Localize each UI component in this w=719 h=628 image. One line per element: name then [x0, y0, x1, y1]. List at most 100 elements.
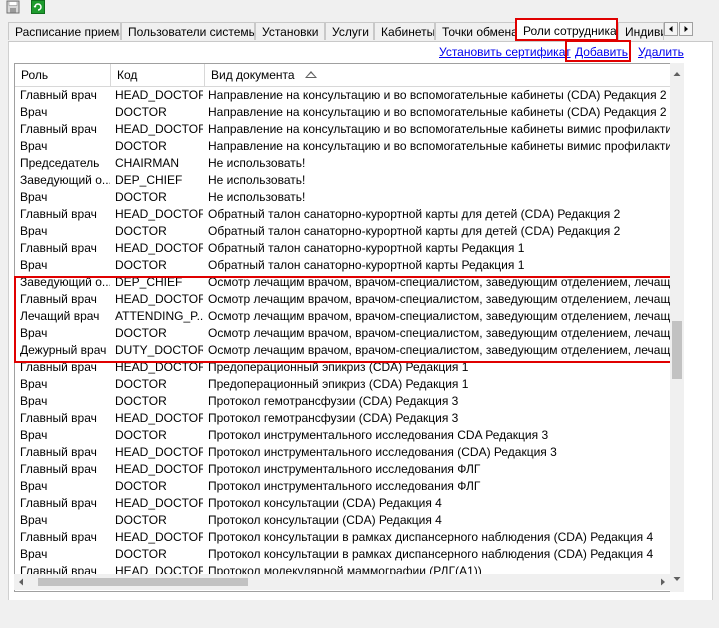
document-type-cell: Протокол консультации в рамках диспансер…: [208, 530, 654, 544]
document-type-cell: Протокол инструментального исследования …: [208, 428, 549, 442]
tab-individual[interactable]: Индивид: [618, 22, 664, 40]
tab-cabinets[interactable]: Кабинеты: [374, 22, 435, 40]
table-row[interactable]: Главный врач HEAD_DOCTOR Протокол инструме…: [15, 444, 670, 461]
document-type-cell: Протокол гемотрансфузии (CDA) Редакция 3: [208, 394, 459, 408]
sort-ascending-icon: [304, 71, 317, 79]
save-icon[interactable]: [6, 0, 20, 14]
table-row[interactable]: Главный врач HEAD_DOCTOR Направление на ко…: [15, 121, 673, 138]
table-row[interactable]: Главный врач HEAD_DOCTOR Протокол консульт…: [15, 529, 670, 546]
role-cell: Главный врач: [20, 496, 97, 510]
role-cell: Главный врач: [20, 360, 97, 374]
tab-employee-roles[interactable]: Роли сотрудника: [515, 18, 618, 41]
delete-link[interactable]: Удалить: [638, 44, 684, 60]
tab-scroll-left-icon[interactable]: [664, 22, 678, 36]
table-row[interactable]: Главный врач HEAD_DOCTOR Протокол инструме…: [15, 461, 670, 478]
tab-settings[interactable]: Установки: [255, 22, 325, 40]
document-type-cell: Обратный талон санаторно-курортной карты…: [208, 224, 621, 238]
code-cell: HEAD_DOCTOR: [115, 207, 203, 221]
role-cell: Врач: [20, 258, 48, 272]
table-row[interactable]: Врач DOCTOR Обратный талон санаторно-курор…: [15, 223, 670, 240]
document-type-cell: Осмотр лечащим врачом, врачом-специалист…: [208, 275, 673, 289]
column-header-document-type[interactable]: Вид документа: [205, 64, 683, 86]
code-cell: HEAD_DOCTOR: [115, 241, 203, 255]
code-cell: HEAD_DOCTOR: [115, 496, 203, 510]
add-highlight: [565, 40, 631, 62]
table-row[interactable]: Врач DOCTOR Протокол инструментального исс…: [15, 427, 670, 444]
table-row[interactable]: Главный врач HEAD_DOCTOR Обратный талон са…: [15, 240, 670, 257]
code-cell: DUTY_DOCTOR: [115, 343, 203, 357]
role-cell: Главный врач: [20, 530, 97, 544]
table-row[interactable]: Врач DOCTOR Протокол консультации в рамках…: [15, 546, 670, 563]
document-type-cell: Обратный талон санаторно-курортной карты…: [208, 207, 621, 221]
column-header-role[interactable]: Роль: [15, 64, 111, 86]
document-type-cell: Направление на консультацию и во вспомог…: [208, 105, 667, 119]
column-header-code[interactable]: Код: [111, 64, 205, 86]
role-cell: Заведующий о...: [20, 275, 110, 289]
scroll-left-icon[interactable]: [14, 575, 28, 589]
scroll-thumb[interactable]: [38, 578, 248, 586]
refresh-icon[interactable]: [31, 0, 45, 14]
code-cell: DOCTOR: [115, 377, 167, 391]
table-row[interactable]: Главный врач HEAD_DOCTOR Протокол гемотран…: [15, 410, 670, 427]
tab-label: Роли сотрудника: [523, 24, 617, 38]
tab-schedule[interactable]: Расписание приема: [8, 22, 121, 40]
table-row[interactable]: Главный врач HEAD_DOCTOR Направление на ко…: [15, 87, 670, 104]
tab-label: Пользователи системы: [128, 25, 255, 39]
document-type-cell: Предоперационный эпикриз (CDA) Редакция …: [208, 377, 469, 391]
table-body: Главный врач HEAD_DOCTOR Направление на ко…: [15, 87, 673, 580]
document-type-cell: Обратный талон санаторно-курортной карты…: [208, 258, 525, 272]
document-type-cell: Осмотр лечащим врачом, врачом-специалист…: [208, 292, 673, 306]
roles-table: Роль Код Вид документа Главный врач HEAD_…: [14, 63, 684, 592]
horizontal-scrollbar[interactable]: [14, 574, 670, 590]
document-type-cell: Протокол инструментального исследования …: [208, 462, 481, 476]
table-row[interactable]: Врач DOCTOR Протокол консультации (CDA) Ре…: [15, 512, 670, 529]
table-row[interactable]: Главный врач HEAD_DOCTOR Предоперационный …: [15, 359, 670, 376]
code-cell: DOCTOR: [115, 258, 167, 272]
tab-exchange-points[interactable]: Точки обмена: [435, 22, 517, 40]
code-cell: DOCTOR: [115, 394, 167, 408]
table-row[interactable]: Врач DOCTOR Не использовать!: [15, 189, 670, 206]
code-cell: DOCTOR: [115, 190, 167, 204]
table-row[interactable]: Заведующий о... DEP_CHIEF Не использовать!: [15, 172, 670, 189]
install-certificate-link[interactable]: Установить сертификат: [439, 44, 571, 60]
role-cell: Врач: [20, 428, 48, 442]
table-row[interactable]: Врач DOCTOR Предоперационный эпикриз (CDA)…: [15, 376, 670, 393]
table-row[interactable]: Главный врач HEAD_DOCTOR Осмотр лечащим вр…: [15, 291, 673, 308]
role-cell: Врач: [20, 139, 48, 153]
code-cell: DEP_CHIEF: [115, 173, 183, 187]
column-label: Код: [117, 68, 138, 82]
tab-label: Индивид: [625, 25, 663, 39]
table-row[interactable]: Врач DOCTOR Обратный талон санаторно-курор…: [15, 257, 670, 274]
scroll-right-icon[interactable]: [656, 575, 670, 589]
code-cell: DOCTOR: [115, 139, 167, 153]
code-cell: HEAD_DOCTOR: [115, 360, 203, 374]
tab-label: Точки обмена: [442, 25, 517, 39]
table-row[interactable]: Врач DOCTOR Протокол инструментального исс…: [15, 478, 670, 495]
code-cell: DOCTOR: [115, 479, 167, 493]
vertical-scrollbar[interactable]: [670, 63, 684, 592]
table-row[interactable]: Дежурный врач DUTY_DOCTOR Осмотр лечащим в…: [15, 342, 673, 359]
document-type-cell: Осмотр лечащим врачом, врачом-специалист…: [208, 343, 673, 357]
table-row[interactable]: Врач DOCTOR Направление на консультацию и …: [15, 138, 673, 155]
table-row[interactable]: Лечащий врач ATTENDING_P... Осмотр лечащим…: [15, 308, 673, 325]
table-row[interactable]: Врач DOCTOR Осмотр лечащим врачом, врачом-…: [15, 325, 673, 342]
tab-strip: Расписание приема Пользователи системы У…: [8, 18, 719, 42]
tab-services[interactable]: Услуги: [325, 22, 374, 40]
role-cell: Лечащий врач: [20, 309, 100, 323]
table-row[interactable]: Врач DOCTOR Направление на консультацию и …: [15, 104, 670, 121]
scroll-up-icon[interactable]: [670, 67, 684, 81]
role-cell: Главный врач: [20, 122, 97, 136]
code-cell: HEAD_DOCTOR: [115, 445, 203, 459]
document-type-cell: Протокол гемотрансфузии (CDA) Редакция 3: [208, 411, 459, 425]
table-row[interactable]: Главный врач HEAD_DOCTOR Протокол консульт…: [15, 495, 670, 512]
table-row[interactable]: Главный врач HEAD_DOCTOR Обратный талон са…: [15, 206, 670, 223]
table-row[interactable]: Врач DOCTOR Протокол гемотрансфузии (CDA) …: [15, 393, 670, 410]
role-cell: Главный врач: [20, 445, 97, 459]
tab-system-users[interactable]: Пользователи системы: [121, 22, 255, 40]
role-cell: Врач: [20, 394, 48, 408]
tab-scroll-right-icon[interactable]: [679, 22, 693, 36]
scroll-thumb[interactable]: [672, 321, 682, 379]
table-row[interactable]: Заведующий о... DEP_CHIEF Осмотр лечащим в…: [15, 274, 673, 291]
scroll-down-icon[interactable]: [670, 572, 684, 586]
table-row[interactable]: Председатель CHAIRMAN Не использовать!: [15, 155, 670, 172]
